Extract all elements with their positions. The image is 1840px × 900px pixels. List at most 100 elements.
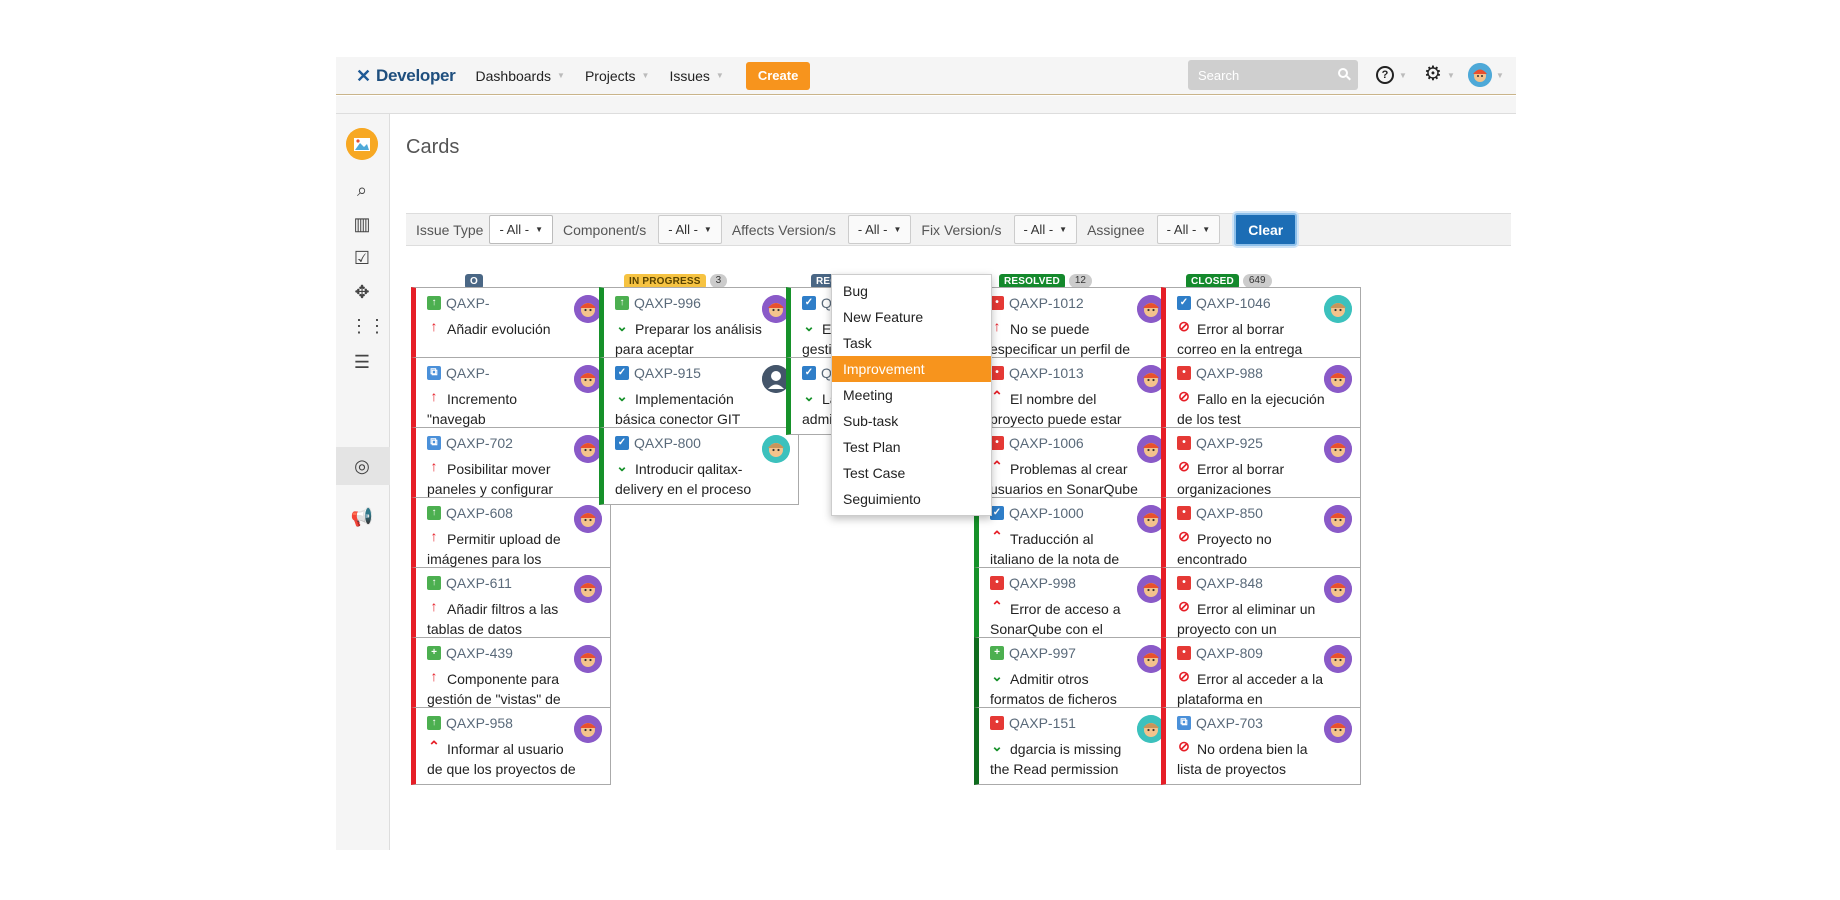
issue-key-link[interactable]: QAXP-915 [634, 365, 701, 381]
release-icon[interactable]: ☑ [350, 246, 374, 270]
issue-key-link[interactable]: QAXP-1013 [1009, 365, 1084, 381]
dropdown-option[interactable]: Bug [832, 278, 991, 304]
assignee-avatar[interactable] [574, 295, 602, 323]
issue-key-link[interactable]: QAXP-1046 [1196, 295, 1271, 311]
assignee-avatar[interactable] [574, 435, 602, 463]
assignee-avatar[interactable] [574, 645, 602, 673]
assignee-avatar[interactable] [1324, 435, 1352, 463]
issue-card[interactable]: ↑ QAXP-611 Añadir filtros a las tablas de … [411, 567, 611, 645]
issue-key-link[interactable]: QAXP-850 [1196, 505, 1263, 521]
dropdown-option[interactable]: Meeting [832, 382, 991, 408]
nav-issues[interactable]: Issues ▼ [669, 68, 723, 84]
dropdown-option[interactable]: Sub-task [832, 408, 991, 434]
assignee-avatar[interactable] [762, 435, 790, 463]
reports-icon[interactable]: ▥ [350, 212, 374, 236]
nav-dashboards[interactable]: Dashboards ▼ [476, 68, 565, 84]
issue-card[interactable]: • QAXP-848 Error al eliminar un proyecto c… [1161, 567, 1361, 645]
issue-key-link[interactable]: QAXP-1000 [1009, 505, 1084, 521]
announcement-icon[interactable]: 📢 [350, 505, 374, 529]
assignee-avatar[interactable] [1324, 505, 1352, 533]
cards-view-icon[interactable]: ◎ [350, 454, 374, 478]
issue-type-icon: • [1177, 436, 1191, 450]
project-avatar[interactable] [346, 128, 378, 160]
issue-card[interactable]: • QAXP-988 Fallo en la ejecución de los te… [1161, 357, 1361, 435]
assignee-avatar[interactable] [1324, 575, 1352, 603]
issue-card[interactable]: • QAXP-809 Error al acceder a la plataform… [1161, 637, 1361, 715]
issue-card[interactable]: • QAXP-925 Error al borrar organizaciones ⊘ [1161, 427, 1361, 505]
dropdown-option[interactable]: Seguimiento [832, 486, 991, 512]
issue-card[interactable]: ⧉ QAXP-702 Posibilitar mover paneles y con… [411, 427, 611, 505]
issue-card[interactable]: • QAXP-1006 Problemas al crear usuarios en… [974, 427, 1174, 505]
developer-logo[interactable]: ✕ Developer [356, 57, 456, 95]
issue-key-link[interactable]: QAXP-439 [446, 645, 513, 661]
dropdown-option[interactable]: New Feature [832, 304, 991, 330]
issue-key-link[interactable]: QAXP-1012 [1009, 295, 1084, 311]
issue-key-link[interactable]: QAXP-848 [1196, 575, 1263, 591]
fix-version-select[interactable]: - All - ▼ [1013, 215, 1078, 244]
dropdown-option[interactable]: Test Plan [832, 434, 991, 460]
issue-key-link[interactable]: QAXP-809 [1196, 645, 1263, 661]
assignee-avatar[interactable] [1324, 715, 1352, 743]
dropdown-option[interactable]: Task [832, 330, 991, 356]
dropdown-option[interactable]: Improvement [832, 356, 991, 382]
issue-card[interactable]: • QAXP-151 dgarcia is missing the Read per… [974, 707, 1174, 785]
nav-projects[interactable]: Projects ▼ [585, 68, 650, 84]
issue-card[interactable]: • QAXP-850 Proyecto no encontrado ⊘ [1161, 497, 1361, 575]
issue-key-link[interactable]: QAXP-611 [446, 575, 512, 591]
issue-card[interactable]: • QAXP-1013 El nombre del proyecto puede e… [974, 357, 1174, 435]
assignee-avatar[interactable] [574, 715, 602, 743]
components-select[interactable]: - All - ▼ [658, 215, 722, 244]
components-icon[interactable]: ✥ [350, 280, 374, 304]
pages-icon[interactable]: ☰ [350, 350, 374, 374]
issue-key-link[interactable]: QAXP- [446, 295, 490, 311]
assignee-avatar[interactable] [1324, 295, 1352, 323]
affects-version-select[interactable]: - All - ▼ [847, 215, 912, 244]
issue-key-link[interactable]: QAXP-608 [446, 505, 513, 521]
issue-card[interactable]: ✓ QAXP-800 Introducir qalitax-delivery en … [599, 427, 799, 505]
issue-card[interactable]: ⧉ QAXP-703 No ordena bien la lista de proy… [1161, 707, 1361, 785]
issue-key-link[interactable]: QAXP-702 [446, 435, 513, 451]
search-icon[interactable] [1338, 68, 1348, 78]
issue-card[interactable]: + QAXP-439 Componente para gestión de "vis… [411, 637, 611, 715]
dropdown-option[interactable]: Test Case [832, 460, 991, 486]
assignee-avatar[interactable] [574, 575, 602, 603]
priority-icon: ⊘ [1178, 598, 1190, 614]
issue-key-link[interactable]: QAXP-997 [1009, 645, 1076, 661]
create-button[interactable]: Create [745, 61, 811, 90]
clear-button[interactable]: Clear [1234, 213, 1298, 246]
assignee-avatar[interactable] [1324, 365, 1352, 393]
issue-card[interactable]: ✓ QAXP-1046 Error al borrar correo en la e… [1161, 287, 1361, 365]
issue-key-link[interactable]: QAXP-996 [634, 295, 701, 311]
issue-key-link[interactable]: QAXP-703 [1196, 715, 1263, 731]
search-issues-icon[interactable]: ⌕ [350, 178, 374, 202]
issue-card[interactable]: • QAXP-1012 No se puede especificar un per… [974, 287, 1174, 365]
issue-card[interactable]: ↑ QAXP-958 Informar al usuario de que los … [411, 707, 611, 785]
issue-card[interactable]: ↑ QAXP-608 Permitir upload de imágenes par… [411, 497, 611, 575]
issue-key-link[interactable]: QAXP-988 [1196, 365, 1263, 381]
issue-key-link[interactable]: QAXP-958 [446, 715, 513, 731]
assignee-avatar[interactable] [574, 365, 602, 393]
gear-icon[interactable]: ⚙ [1424, 64, 1442, 84]
issue-card[interactable]: ⧉ QAXP- Incremento "navegab ↑ [411, 357, 611, 435]
assignee-avatar[interactable] [1324, 645, 1352, 673]
priority-icon: ↑ [430, 528, 438, 544]
help-icon[interactable]: ? [1376, 66, 1394, 84]
issue-card[interactable]: ↑ QAXP- Añadir evolución ↑ [411, 287, 611, 365]
issue-key-link[interactable]: QAXP-998 [1009, 575, 1076, 591]
assignee-select[interactable]: - All - ▼ [1156, 215, 1221, 244]
issue-card[interactable]: • QAXP-998 Error de acceso a SonarQube con… [974, 567, 1174, 645]
issue-card[interactable]: ✓ QAXP-1000 Traducción al italiano de la n… [974, 497, 1174, 575]
issue-key-link[interactable]: QAXP-1006 [1009, 435, 1084, 451]
issue-card[interactable]: ✓ QAXP-915 Implementación básica conector … [599, 357, 799, 435]
issue-key-link[interactable]: QAXP-800 [634, 435, 701, 451]
issue-key-link[interactable]: QAXP- [446, 365, 490, 381]
assignee-avatar[interactable] [574, 505, 602, 533]
issue-card[interactable]: ↑ QAXP-996 Preparar los análisis para acep… [599, 287, 799, 365]
apps-grid-icon[interactable]: ⋮⋮ [350, 314, 386, 338]
issue-key-link[interactable]: QAXP-151 [1009, 715, 1076, 731]
issue-card[interactable]: + QAXP-997 Admitir otros formatos de fiche… [974, 637, 1174, 715]
search-input[interactable] [1198, 67, 1328, 83]
issue-key-link[interactable]: QAXP-925 [1196, 435, 1263, 451]
issue-type-select[interactable]: - All - ▼ [489, 215, 553, 244]
user-avatar[interactable] [1468, 63, 1492, 87]
